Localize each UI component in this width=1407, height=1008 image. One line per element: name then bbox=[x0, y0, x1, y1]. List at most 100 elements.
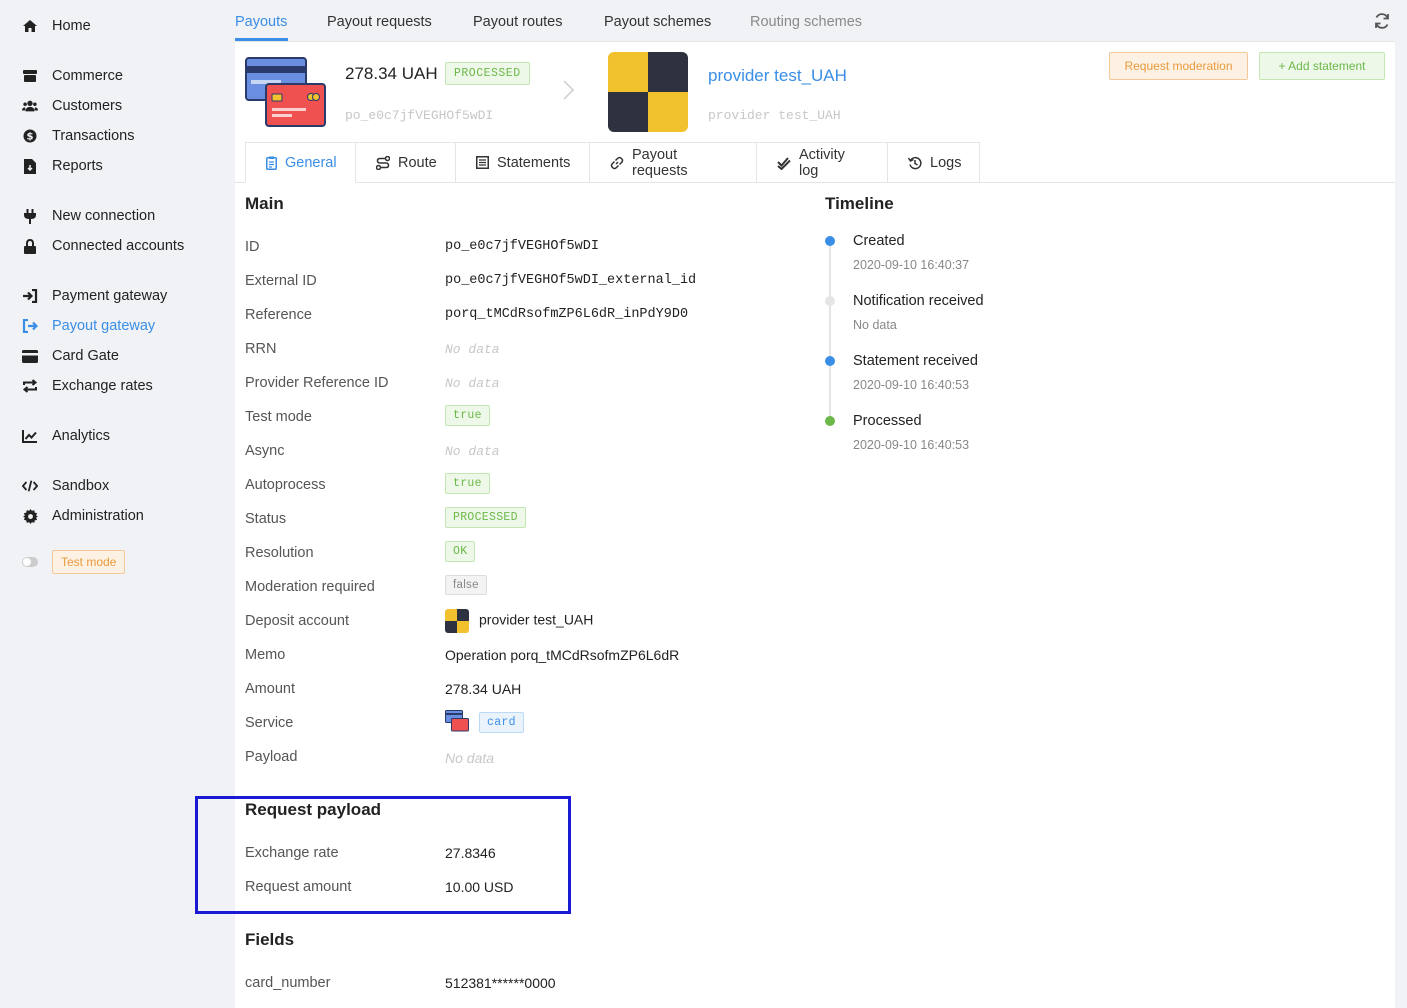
tab-payouts[interactable]: Payouts bbox=[235, 14, 287, 30]
sidebar-item-label: Payout gateway bbox=[52, 318, 156, 334]
sidebar-item-sandbox[interactable]: Sandbox bbox=[22, 474, 109, 498]
tab-statements[interactable]: Statements bbox=[456, 142, 590, 183]
history-icon bbox=[908, 156, 922, 170]
memo-value: Operation porq_tMCdRsofmZP6L6dR bbox=[445, 647, 680, 663]
refresh-icon[interactable] bbox=[1373, 12, 1391, 30]
provider-ref-label: Provider Reference ID bbox=[245, 375, 389, 391]
moderation-label: Moderation required bbox=[245, 579, 375, 595]
provider-subtitle: provider test_UAH bbox=[708, 108, 841, 123]
payload-label: Payload bbox=[245, 749, 298, 765]
lock-icon bbox=[22, 238, 38, 254]
link-icon bbox=[610, 156, 624, 170]
timeline-event-time: 2020-09-10 16:40:53 bbox=[853, 378, 970, 392]
tab-payout-routes[interactable]: Payout routes bbox=[473, 14, 562, 30]
sidebar-item-label: Sandbox bbox=[52, 478, 110, 494]
timeline-dot-notification bbox=[825, 296, 835, 306]
provider-link[interactable]: provider test_UAH bbox=[708, 66, 847, 86]
report-icon bbox=[22, 158, 38, 174]
status-badge: PROCESSED bbox=[445, 62, 530, 85]
sidebar-item-payout-gateway[interactable]: Payout gateway bbox=[22, 314, 155, 338]
resolution-label: Resolution bbox=[245, 545, 314, 561]
tab-label: Route bbox=[398, 154, 437, 171]
sidebar-item-connected-accounts[interactable]: Connected accounts bbox=[22, 234, 184, 258]
payout-amount: 278.34 UAH bbox=[345, 64, 438, 83]
sidebar-item-label: Transactions bbox=[52, 128, 135, 144]
resolution-tag: OK bbox=[445, 541, 476, 562]
tab-label: Statements bbox=[497, 154, 571, 171]
sidebar-item-customers[interactable]: Customers bbox=[22, 94, 122, 118]
chart-line-icon bbox=[22, 428, 38, 444]
card-number-value: 512381******0000 bbox=[445, 975, 556, 991]
sidebar-item-card-gate[interactable]: Card Gate bbox=[22, 344, 119, 368]
sidebar-item-new-connection[interactable]: New connection bbox=[22, 204, 155, 228]
top-tabs: Payouts Payout requests Payout routes Pa… bbox=[235, 0, 1395, 42]
timeline-event-title: Statement received bbox=[853, 353, 978, 369]
sidebar-item-exchange-rates[interactable]: Exchange rates bbox=[22, 374, 153, 398]
sidebar-item-label: Card Gate bbox=[52, 348, 119, 364]
deposit-label: Deposit account bbox=[245, 613, 349, 629]
exchange-rate-label: Exchange rate bbox=[245, 845, 339, 861]
timeline-title: Timeline bbox=[825, 194, 894, 213]
double-check-icon bbox=[777, 156, 791, 170]
sidebar-item-administration[interactable]: Administration bbox=[22, 504, 144, 528]
tab-general[interactable]: General bbox=[245, 142, 356, 183]
moderation-value: false bbox=[445, 575, 487, 595]
sidebar-item-transactions[interactable]: $ Transactions bbox=[22, 124, 134, 148]
sidebar-item-label: Customers bbox=[52, 98, 123, 114]
tab-route[interactable]: Route bbox=[356, 142, 456, 183]
provider-ref-value: No data bbox=[445, 376, 500, 391]
tab-logs[interactable]: Logs bbox=[888, 142, 980, 183]
sidebar-item-analytics[interactable]: Analytics bbox=[22, 424, 110, 448]
sidebar-item-label: Connected accounts bbox=[52, 238, 185, 254]
tab-payout-schemes[interactable]: Payout schemes bbox=[604, 14, 711, 30]
test-mode-toggle[interactable]: Test mode bbox=[22, 550, 126, 574]
tab-label: General bbox=[285, 154, 337, 171]
request-amount-value: 10.00 USD bbox=[445, 879, 514, 895]
sign-in-icon bbox=[22, 288, 38, 304]
card-icon bbox=[22, 348, 38, 364]
status-value: PROCESSED bbox=[445, 507, 526, 528]
tab-payout-requests-detail[interactable]: Payout requests bbox=[590, 142, 757, 183]
id-value: po_e0c7jfVEGHOf5wDI bbox=[445, 239, 599, 254]
autoprocess-tag: true bbox=[445, 473, 490, 494]
payload-value: No data bbox=[445, 750, 495, 766]
active-tab-underline bbox=[235, 38, 288, 41]
test-mode-tag: true bbox=[445, 405, 490, 426]
amount-label: Amount bbox=[245, 681, 295, 697]
request-payload-title: Request payload bbox=[245, 800, 382, 819]
service-label: Service bbox=[245, 715, 294, 731]
sidebar-item-home[interactable]: Home bbox=[22, 14, 91, 38]
deposit-value[interactable]: provider test_UAH bbox=[445, 609, 593, 633]
timeline-dot-processed bbox=[825, 416, 835, 426]
toggle-switch[interactable] bbox=[22, 557, 38, 567]
sidebar-item-commerce[interactable]: Commerce bbox=[22, 64, 123, 88]
fields-title: Fields bbox=[245, 930, 295, 949]
chevron-right-icon bbox=[561, 78, 577, 102]
sidebar-item-payment-gateway[interactable]: Payment gateway bbox=[22, 284, 167, 308]
provider-logo bbox=[608, 52, 688, 132]
sign-out-icon bbox=[22, 318, 38, 334]
home-icon bbox=[22, 18, 38, 34]
list-icon bbox=[476, 156, 489, 170]
sidebar-item-reports[interactable]: Reports bbox=[22, 154, 103, 178]
request-amount-label: Request amount bbox=[245, 879, 352, 895]
main-panel: 278.34 UAH PROCESSED po_e0c7jfVEGHOf5wDI… bbox=[235, 42, 1395, 1008]
cog-icon bbox=[22, 508, 38, 524]
status-tag: PROCESSED bbox=[445, 507, 526, 528]
timeline-event-title: Processed bbox=[853, 413, 922, 429]
timeline-event-time: 2020-09-10 16:40:53 bbox=[853, 438, 970, 452]
timeline-event-title: Created bbox=[853, 233, 905, 249]
add-statement-button[interactable]: + Add statement bbox=[1259, 52, 1385, 80]
reference-value: porq_tMCdRsofmZP6L6dR_inPdY9D0 bbox=[445, 307, 689, 322]
customers-icon bbox=[22, 98, 38, 114]
sidebar-item-label: Commerce bbox=[52, 68, 123, 84]
sidebar-item-label: Reports bbox=[52, 158, 103, 174]
tab-payout-requests[interactable]: Payout requests bbox=[327, 14, 432, 30]
sidebar-item-label: Home bbox=[52, 18, 91, 34]
cards-image bbox=[245, 56, 327, 128]
request-moderation-button[interactable]: Request moderation bbox=[1109, 52, 1248, 80]
dollar-icon: $ bbox=[22, 128, 38, 144]
tab-activity-log[interactable]: Activity log bbox=[757, 142, 888, 183]
autoprocess-value: true bbox=[445, 473, 490, 494]
tab-routing-schemes[interactable]: Routing schemes bbox=[750, 14, 862, 30]
